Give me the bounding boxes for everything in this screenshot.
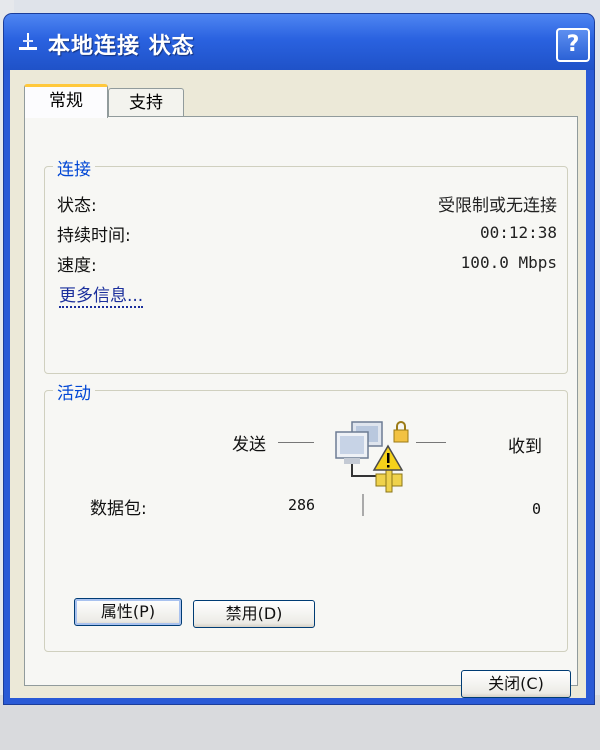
properties-button[interactable]: 属性(P) <box>74 598 182 626</box>
activity-legend: 活动 <box>53 379 95 404</box>
packets-received-value: 0 <box>532 500 542 518</box>
tab-support[interactable]: 支持 <box>108 88 184 118</box>
status-value: 受限制或无连接 <box>438 196 557 216</box>
connection-group: 连接 状态: 受限制或无连接 持续时间: 00:12:38 速度: 100.0 … <box>44 155 568 374</box>
duration-label: 持续时间: <box>57 226 131 246</box>
status-dialog: 本地连接 状态 ? 常规 支持 连接 状态: 受限制或无连接 持续时间: 00:… <box>4 14 594 704</box>
window-title: 本地连接 状态 <box>48 34 195 59</box>
network-connection-icon <box>19 33 37 50</box>
network-limited-warning-icon <box>335 421 409 493</box>
packets-sent-value: 286 <box>288 496 316 514</box>
duration-value: 00:12:38 <box>479 223 557 242</box>
disable-button[interactable]: 禁用(D) <box>193 600 315 628</box>
close-button[interactable]: 关闭(C) <box>461 670 571 698</box>
sent-line <box>278 442 314 443</box>
dialog-client-area: 常规 支持 连接 状态: 受限制或无连接 持续时间: 00:12:38 速度: … <box>10 70 586 698</box>
help-button[interactable]: ? <box>556 28 590 62</box>
title-bar[interactable]: 本地连接 状态 ? <box>4 14 594 70</box>
connection-legend: 连接 <box>53 155 95 180</box>
status-label: 状态: <box>57 196 97 216</box>
tab-general[interactable]: 常规 <box>24 84 108 118</box>
packets-label: 数据包: <box>90 499 147 519</box>
more-info-link[interactable]: 更多信息... <box>59 281 144 308</box>
packets-divider <box>362 494 364 516</box>
received-label: 收到 <box>508 437 542 457</box>
speed-value: 100.0 Mbps <box>460 253 557 272</box>
sent-label: 发送 <box>232 435 266 455</box>
speed-label: 速度: <box>57 256 97 276</box>
received-line <box>416 442 446 443</box>
